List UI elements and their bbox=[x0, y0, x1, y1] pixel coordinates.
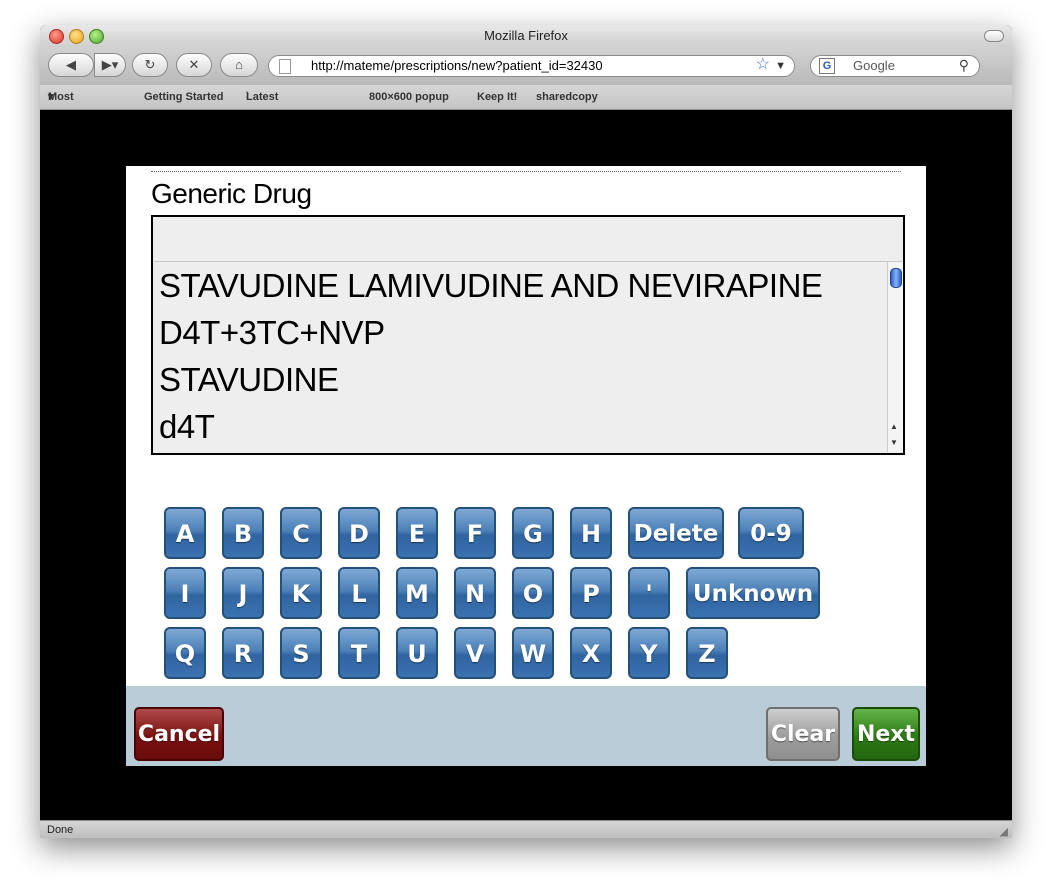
clear-button[interactable]: Clear bbox=[766, 707, 840, 761]
touchscreen-panel: Generic Drug STAVUDINE LAMIVUDINE AND NE… bbox=[126, 166, 926, 766]
browser-window: Mozilla Firefox ◀ ▶▾ ↻ ✕ ⌂ http://mateme… bbox=[40, 25, 1012, 838]
key-w[interactable]: W bbox=[512, 627, 554, 679]
zoom-window-icon[interactable] bbox=[89, 29, 104, 44]
unknown-button[interactable]: Unknown bbox=[686, 567, 820, 619]
field-label: Generic Drug bbox=[151, 178, 312, 209]
button-footer: Cancel Clear Next bbox=[126, 686, 926, 766]
close-window-icon[interactable] bbox=[49, 29, 64, 44]
key-c[interactable]: C bbox=[280, 507, 322, 559]
scrollbar-thumb[interactable] bbox=[890, 268, 902, 288]
scroll-up-icon[interactable]: ▲ bbox=[890, 422, 898, 431]
search-placeholder: Google bbox=[853, 58, 895, 73]
stop-button[interactable]: ✕ bbox=[176, 53, 212, 77]
search-engine-icon[interactable]: G bbox=[819, 58, 835, 74]
reload-button[interactable]: ↻ bbox=[132, 53, 168, 77]
address-text: http://mateme/prescriptions/new?patient_… bbox=[311, 58, 603, 73]
bookmark-popup[interactable]: 800×600 popup bbox=[369, 85, 449, 109]
minimize-window-icon[interactable] bbox=[69, 29, 84, 44]
key-t[interactable]: T bbox=[338, 627, 380, 679]
back-button[interactable]: ◀ bbox=[48, 53, 94, 77]
key-l[interactable]: L bbox=[338, 567, 380, 619]
key-b[interactable]: B bbox=[222, 507, 264, 559]
back-arrow-icon: ◀ bbox=[66, 57, 76, 72]
stop-icon: ✕ bbox=[188, 57, 200, 72]
status-bar: Done ◢ bbox=[40, 820, 1012, 838]
list-scrollbar[interactable]: ▲ ▼ bbox=[887, 262, 903, 452]
key-x[interactable]: X bbox=[570, 627, 612, 679]
navigation-toolbar: ◀ ▶▾ ↻ ✕ ⌂ http://mateme/prescriptions/n… bbox=[40, 47, 1012, 85]
drug-listbox: STAVUDINE LAMIVUDINE AND NEVIRAPINE D4T+… bbox=[151, 215, 905, 455]
resize-grip-icon[interactable]: ◢ bbox=[1000, 823, 1008, 838]
key-v[interactable]: V bbox=[454, 627, 496, 679]
list-item[interactable]: D4T+3TC+NVP bbox=[159, 314, 385, 352]
address-bar[interactable]: http://mateme/prescriptions/new?patient_… bbox=[268, 55, 795, 77]
key-f[interactable]: F bbox=[454, 507, 496, 559]
home-button[interactable]: ⌂ bbox=[220, 53, 258, 77]
reload-icon: ↻ bbox=[144, 57, 156, 72]
page-content: Generic Drug STAVUDINE LAMIVUDINE AND NE… bbox=[40, 110, 1012, 820]
key-q[interactable]: Q bbox=[164, 627, 206, 679]
bookmark-star-icon[interactable]: ☆ bbox=[756, 55, 770, 75]
cancel-button[interactable]: Cancel bbox=[134, 707, 224, 761]
key-d[interactable]: D bbox=[338, 507, 380, 559]
key-o[interactable]: O bbox=[512, 567, 554, 619]
key-j[interactable]: J bbox=[222, 567, 264, 619]
drug-input[interactable] bbox=[153, 217, 903, 262]
chevron-down-icon: ▾ bbox=[48, 91, 54, 103]
bookmark-sharedcopy[interactable]: sharedcopy bbox=[536, 85, 598, 109]
status-text: Done bbox=[47, 824, 74, 836]
list-item[interactable]: STAVUDINE LAMIVUDINE AND NEVIRAPINE bbox=[159, 267, 823, 305]
key-r[interactable]: R bbox=[222, 627, 264, 679]
key-a[interactable]: A bbox=[164, 507, 206, 559]
key-k[interactable]: K bbox=[280, 567, 322, 619]
divider bbox=[151, 171, 901, 172]
title-bar: Mozilla Firefox bbox=[40, 25, 1012, 47]
key-i[interactable]: I bbox=[164, 567, 206, 619]
search-icon[interactable]: ⚲ bbox=[959, 55, 969, 75]
history-dropdown-icon[interactable]: ▼ bbox=[775, 56, 786, 76]
key-u[interactable]: U bbox=[396, 627, 438, 679]
rss-icon: ⁾ bbox=[246, 91, 249, 103]
key-g[interactable]: G bbox=[512, 507, 554, 559]
key-apostrophe[interactable]: ' bbox=[628, 567, 670, 619]
key-h[interactable]: H bbox=[570, 507, 612, 559]
delete-button[interactable]: Delete bbox=[628, 507, 724, 559]
key-z[interactable]: Z bbox=[686, 627, 728, 679]
bookmark-getting-started[interactable]: Getting Started bbox=[144, 85, 223, 109]
key-m[interactable]: M bbox=[396, 567, 438, 619]
home-icon: ⌂ bbox=[235, 57, 243, 72]
list-item[interactable]: d4T bbox=[159, 408, 215, 446]
forward-button[interactable]: ▶▾ bbox=[94, 53, 126, 77]
page-icon bbox=[279, 59, 291, 74]
forward-arrow-icon: ▶▾ bbox=[101, 57, 119, 72]
key-n[interactable]: N bbox=[454, 567, 496, 619]
key-p[interactable]: P bbox=[570, 567, 612, 619]
toolbar-toggle-icon[interactable] bbox=[984, 30, 1004, 42]
bookmark-keep-it[interactable]: Keep It! bbox=[477, 85, 517, 109]
key-s[interactable]: S bbox=[280, 627, 322, 679]
bookmarks-toolbar: Most Visited ▾ Getting Started Latest He… bbox=[40, 85, 1012, 127]
list-item[interactable]: STAVUDINE bbox=[159, 361, 339, 399]
key-e[interactable]: E bbox=[396, 507, 438, 559]
window-title: Mozilla Firefox bbox=[484, 28, 568, 43]
scroll-down-icon[interactable]: ▼ bbox=[890, 438, 898, 447]
search-bar[interactable]: G Google ⚲ bbox=[810, 55, 980, 77]
numbers-button[interactable]: 0-9 bbox=[738, 507, 804, 559]
next-button[interactable]: Next bbox=[852, 707, 920, 761]
key-y[interactable]: Y bbox=[628, 627, 670, 679]
